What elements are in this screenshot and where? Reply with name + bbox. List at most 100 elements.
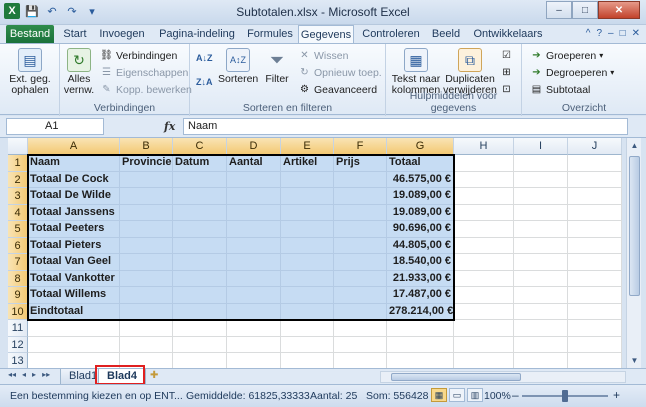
cell-e7[interactable] <box>281 254 334 271</box>
cell-g2[interactable]: 46.575,00 € <box>387 171 454 188</box>
cell-f6[interactable] <box>334 237 387 254</box>
cell-c3[interactable] <box>173 188 227 205</box>
doc-close-icon[interactable]: ✕ <box>632 28 640 39</box>
column-header-j[interactable]: J <box>568 138 622 155</box>
cell-c6[interactable] <box>173 237 227 254</box>
cell-g10[interactable]: 278.214,00 € <box>387 303 454 320</box>
sort-za-button[interactable]: Z↓A <box>196 74 213 89</box>
text-to-columns-button[interactable]: ▦ Tekst naar kolommen <box>390 48 442 96</box>
cell-j3[interactable] <box>568 188 622 205</box>
cell-i5[interactable] <box>514 221 568 238</box>
cell-b2[interactable] <box>120 171 173 188</box>
minimize-button[interactable]: – <box>546 1 572 19</box>
scroll-up-icon[interactable]: ▲ <box>627 138 642 153</box>
cell-b11[interactable] <box>120 320 173 337</box>
cell-b10[interactable] <box>120 303 173 320</box>
cell-h9[interactable] <box>454 287 514 304</box>
cell-i10[interactable] <box>514 303 568 320</box>
cell-e1[interactable]: Artikel <box>281 155 334 172</box>
select-all-corner[interactable] <box>8 138 28 155</box>
last-sheet-icon[interactable]: ▸▸ <box>42 370 50 379</box>
zoom-slider[interactable] <box>522 390 608 402</box>
cell-c2[interactable] <box>173 171 227 188</box>
cell-c9[interactable] <box>173 287 227 304</box>
cell-c4[interactable] <box>173 204 227 221</box>
row-header-12[interactable]: 12 <box>8 336 28 353</box>
cell-c8[interactable] <box>173 270 227 287</box>
normal-view-icon[interactable]: ▦ <box>431 388 447 402</box>
cell-c5[interactable] <box>173 221 227 238</box>
cell-j12[interactable] <box>568 336 622 353</box>
tab-gegevens[interactable]: Gegevens <box>298 25 354 44</box>
reapply-button[interactable]: ↻ Opnieuw toep. <box>298 65 381 80</box>
doc-restore-icon[interactable]: □ <box>620 28 626 39</box>
column-header-e[interactable]: E <box>281 138 334 155</box>
vertical-scroll-thumb[interactable] <box>629 156 640 296</box>
cell-f11[interactable] <box>334 320 387 337</box>
cell-d2[interactable] <box>227 171 281 188</box>
cell-g9[interactable]: 17.487,00 € <box>387 287 454 304</box>
row-header-11[interactable]: 11 <box>8 320 28 337</box>
group-button[interactable]: ➔ Groeperen ▾ <box>530 48 603 63</box>
cell-a9[interactable]: Totaal Willems <box>28 287 120 304</box>
cell-a1[interactable]: Naam <box>28 155 120 172</box>
tab-pagina-indeling[interactable]: Pagina-indeling <box>152 25 242 44</box>
cell-a6[interactable]: Totaal Pieters <box>28 237 120 254</box>
filter-button[interactable]: ⏷ Filter <box>262 48 292 85</box>
cell-b5[interactable] <box>120 221 173 238</box>
cell-d12[interactable] <box>227 336 281 353</box>
tab-invoegen[interactable]: Invoegen <box>96 25 148 44</box>
cell-f3[interactable] <box>334 188 387 205</box>
page-break-view-icon[interactable]: ▥ <box>467 388 483 402</box>
cell-h5[interactable] <box>454 221 514 238</box>
cell-b6[interactable] <box>120 237 173 254</box>
cell-a10[interactable]: Eindtotaal <box>28 303 120 320</box>
cell-a11[interactable] <box>28 320 120 337</box>
cell-f4[interactable] <box>334 204 387 221</box>
cell-i12[interactable] <box>514 336 568 353</box>
remove-duplicates-button[interactable]: ⧉ Duplicaten verwijderen <box>442 48 498 96</box>
sort-az-button[interactable]: A↓Z <box>196 50 213 65</box>
clear-filter-button[interactable]: ✕ Wissen <box>298 48 348 63</box>
cell-d8[interactable] <box>227 270 281 287</box>
tab-beeld[interactable]: Beeld <box>428 25 464 44</box>
row-header-7[interactable]: 7 <box>8 254 28 271</box>
cell-i1[interactable] <box>514 155 568 172</box>
subtotal-button[interactable]: ▤ Subtotaal <box>530 82 591 97</box>
cell-i4[interactable] <box>514 204 568 221</box>
cell-c12[interactable] <box>173 336 227 353</box>
cell-j9[interactable] <box>568 287 622 304</box>
cell-h8[interactable] <box>454 270 514 287</box>
name-box[interactable]: A1 <box>6 118 104 135</box>
cell-h7[interactable] <box>454 254 514 271</box>
cell-j5[interactable] <box>568 221 622 238</box>
row-header-9[interactable]: 9 <box>8 287 28 304</box>
cell-e6[interactable] <box>281 237 334 254</box>
cell-g6[interactable]: 44.805,00 € <box>387 237 454 254</box>
cell-b1[interactable]: Provincie <box>120 155 173 172</box>
data-validation-button[interactable]: ☑ <box>500 48 513 63</box>
cell-g12[interactable] <box>387 336 454 353</box>
cell-e11[interactable] <box>281 320 334 337</box>
cell-h12[interactable] <box>454 336 514 353</box>
first-sheet-icon[interactable]: ◂◂ <box>8 370 16 379</box>
properties-button[interactable]: ☰ Eigenschappen <box>100 65 188 80</box>
cell-e3[interactable] <box>281 188 334 205</box>
cell-e12[interactable] <box>281 336 334 353</box>
horizontal-scroll-thumb[interactable] <box>391 373 521 381</box>
cell-h3[interactable] <box>454 188 514 205</box>
zoom-in-button[interactable]: + <box>613 388 620 402</box>
tab-controleren[interactable]: Controleren <box>358 25 424 44</box>
column-header-a[interactable]: A <box>28 138 120 155</box>
row-header-6[interactable]: 6 <box>8 237 28 254</box>
cell-j8[interactable] <box>568 270 622 287</box>
cell-e4[interactable] <box>281 204 334 221</box>
tab-ontwikkelaars[interactable]: Ontwikkelaars <box>470 25 546 44</box>
cell-g1[interactable]: Totaal <box>387 155 454 172</box>
cell-f1[interactable]: Prijs <box>334 155 387 172</box>
cell-h6[interactable] <box>454 237 514 254</box>
formula-input[interactable]: Naam <box>183 118 628 135</box>
cell-h10[interactable] <box>454 303 514 320</box>
cell-a3[interactable]: Totaal De Wilde <box>28 188 120 205</box>
refresh-all-button[interactable]: ↻ Alles vernw. <box>62 48 96 96</box>
